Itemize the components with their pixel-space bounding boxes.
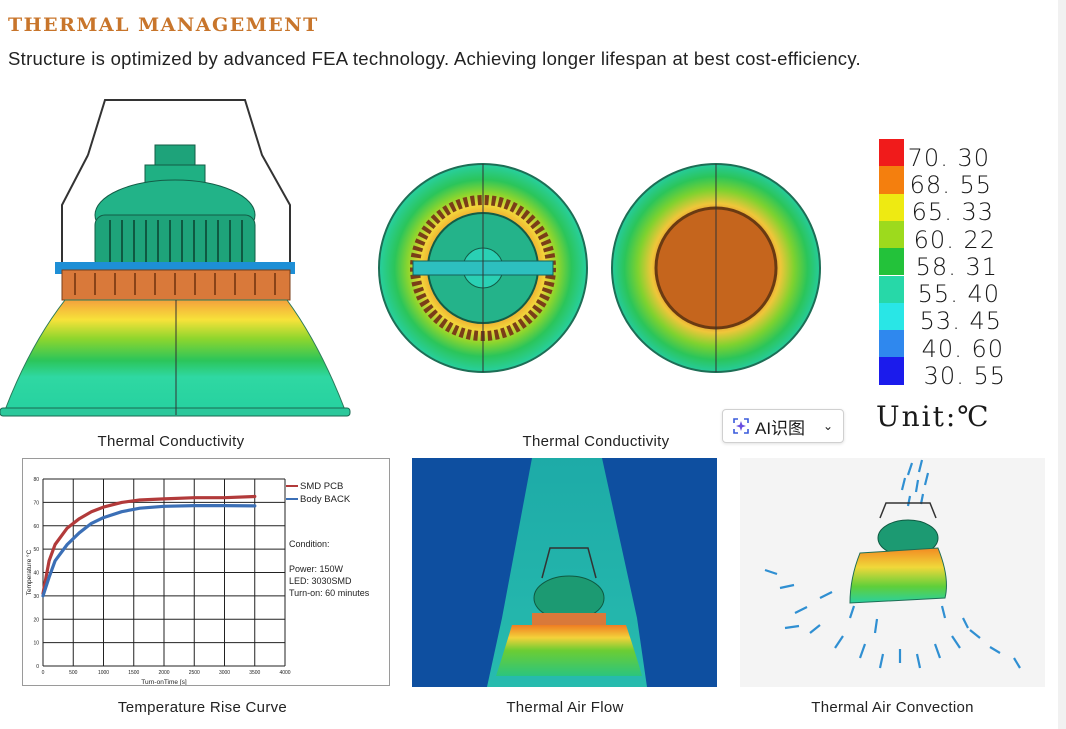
chart-y-tick-label: 40 — [33, 571, 39, 577]
chart-y-tick-label: 20 — [33, 617, 39, 623]
chart-x-tick-label: 500 — [69, 670, 78, 676]
ai-button-label: AI识图 — [755, 418, 806, 438]
chart-condition-label: Condition: — [289, 539, 330, 549]
legend-unit: Unit:℃ — [876, 400, 991, 433]
page-title: THERMAL MANAGEMENT — [8, 14, 319, 36]
chart-x-tick-label: 2500 — [189, 670, 200, 676]
chart-x-tick-label: 2000 — [158, 670, 169, 676]
chart-legend-label-1: SMD PCB — [300, 481, 343, 492]
caption-side-view: Thermal Conductivity — [97, 433, 245, 450]
chart-y-tick-label: 0 — [36, 664, 39, 670]
legend-label-3: 65. 33 — [911, 198, 994, 226]
chart-condition-turnon: Turn-on: 60 minutes — [289, 588, 370, 598]
chart-x-tick-label: 3500 — [249, 670, 260, 676]
chevron-down-icon: ⌄ — [822, 419, 833, 433]
chart-y-tick-label: 70 — [33, 500, 39, 506]
chart-series-line-2 — [41, 504, 257, 598]
page-subtitle: Structure is optimized by advanced FEA t… — [8, 48, 861, 69]
chart-y-tick-label: 80 — [33, 477, 39, 483]
top-view-thermal-images — [378, 163, 821, 373]
ai-sparkle-icon — [733, 418, 749, 434]
chart-x-tick-label: 4000 — [279, 670, 290, 676]
caption-top-views: Thermal Conductivity — [522, 433, 670, 450]
caption-rise-curve: Temperature Rise Curve — [117, 699, 288, 716]
chart-x-tick-label: 1000 — [98, 670, 109, 676]
side-view-thermal-image — [0, 99, 351, 417]
scrollbar-track[interactable] — [1058, 0, 1066, 729]
legend-label-7: 53. 45 — [919, 307, 1002, 335]
chart-x-tick-label: 3000 — [219, 670, 230, 676]
legend-label-4: 60. 22 — [913, 226, 996, 254]
thermal-air-convection-image — [740, 458, 1045, 687]
legend-label-8: 40. 60 — [921, 335, 1004, 363]
legend-label-5: 58. 31 — [915, 253, 998, 281]
legend-label-9: 30. 55 — [923, 362, 1006, 390]
caption-air-convection: Thermal Air Convection — [811, 699, 974, 716]
chart-y-tick-label: 10 — [33, 641, 39, 647]
legend-swatch-9 — [879, 357, 904, 385]
legend-label-2: 68. 55 — [909, 171, 992, 199]
chart-series-line-1 — [41, 494, 257, 596]
chart-y-tick-label: 50 — [33, 547, 39, 553]
caption-air-flow: Thermal Air Flow — [506, 699, 624, 716]
chart-x-tick-label: 1500 — [128, 670, 139, 676]
temperature-chart-panel: 0 500 1000 1500 2000 2500 3000 3500 4000 0 10 20 30 4… — [22, 458, 390, 686]
chart-x-axis-label: Turn-onTime [s] — [141, 679, 187, 685]
chart-y-tick-label: 30 — [33, 594, 39, 600]
chart-y-axis-label: Temperature °C — [25, 549, 33, 595]
chart-condition-power: Power: 150W — [289, 564, 344, 574]
chart-y-tick-label: 60 — [33, 524, 39, 530]
chart-condition-led: LED: 3030SMD — [289, 576, 352, 586]
chart-x-tick-label: 0 — [42, 670, 45, 676]
legend-label-1: 70. 30 — [907, 144, 990, 172]
chart-legend-label-2: Body BACK — [300, 494, 351, 505]
ai-recognize-button[interactable]: AI识图 ⌄ — [722, 409, 844, 443]
thermal-air-flow-image — [412, 458, 717, 687]
legend-swatch-8 — [879, 330, 904, 358]
legend-label-6: 55. 40 — [917, 280, 1000, 308]
